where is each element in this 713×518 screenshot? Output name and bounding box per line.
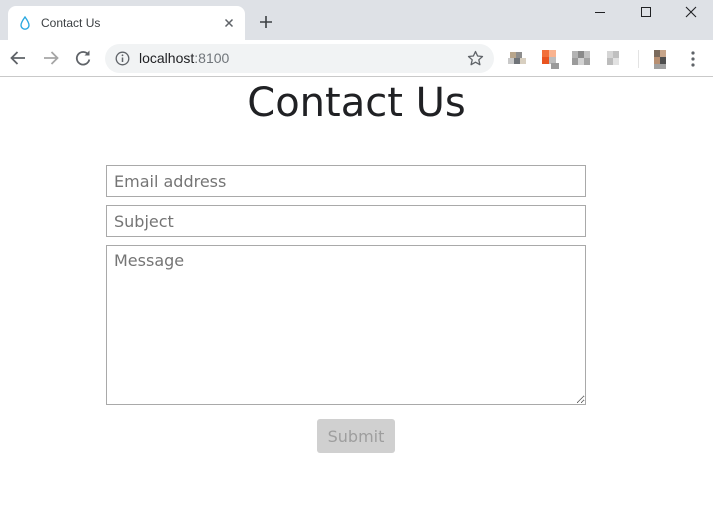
reload-icon[interactable] (72, 47, 94, 69)
url-port: :8100 (194, 50, 230, 66)
profile-avatar-icon[interactable] (651, 49, 669, 69)
submit-button[interactable]: Submit (317, 419, 395, 453)
message-textarea[interactable] (106, 245, 586, 405)
arrow-left-icon[interactable] (7, 47, 29, 69)
tab-title: Contact Us (41, 16, 101, 30)
page-title: Contact Us (247, 80, 466, 126)
arrow-right-icon[interactable] (40, 47, 62, 69)
email-field[interactable] (106, 165, 586, 197)
kebab-menu-icon[interactable] (686, 50, 700, 68)
info-icon[interactable] (115, 51, 130, 66)
extension-icon[interactable] (508, 49, 526, 69)
close-tab-icon[interactable] (222, 16, 236, 30)
toolbar-divider (638, 50, 639, 68)
url-host: localhost (139, 50, 195, 66)
tab-strip: Contact Us (0, 0, 713, 40)
address-bar[interactable]: localhost:8100 (105, 44, 494, 73)
browser-toolbar: localhost:8100 (0, 40, 713, 77)
plus-icon[interactable] (257, 13, 275, 31)
browser-tab[interactable]: Contact Us (8, 6, 245, 40)
water-drop-icon (20, 16, 30, 30)
url-text[interactable]: localhost:8100 (139, 50, 229, 67)
extension-icon[interactable] (541, 49, 559, 69)
minimize-icon[interactable] (577, 0, 623, 26)
window-close-icon[interactable] (667, 0, 713, 26)
extension-icon[interactable] (605, 49, 623, 69)
extension-icon[interactable] (572, 49, 590, 69)
star-icon[interactable] (467, 50, 484, 67)
subject-field[interactable] (106, 205, 586, 237)
maximize-icon[interactable] (623, 0, 669, 26)
